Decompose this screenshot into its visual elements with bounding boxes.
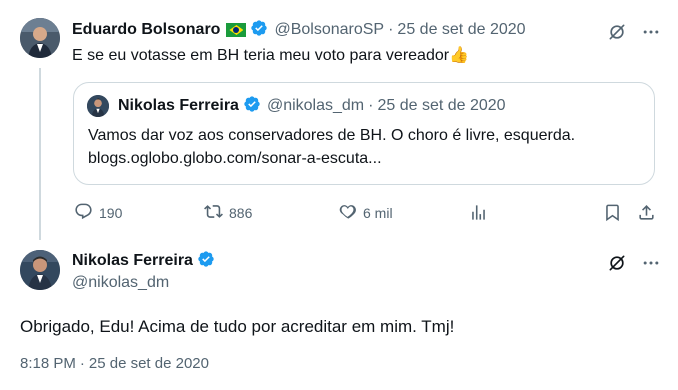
reply-icon: [74, 202, 93, 224]
quote-link[interactable]: blogs.oglobo.globo.com/sonar-a-escuta...: [88, 148, 382, 170]
verified-badge-icon: [197, 250, 215, 273]
author-handle[interactable]: @BolsonaroSP: [274, 21, 384, 39]
retweet-action[interactable]: 886: [204, 202, 252, 224]
reply-header: Nikolas Ferreira: [72, 250, 215, 272]
avatar-nikolas[interactable]: [20, 250, 60, 290]
quote-text-line1: Vamos dar voz aos conservadores de BH. O…: [88, 127, 576, 144]
quote-author-handle: @nikolas_dm: [266, 97, 365, 114]
quote-date: 25 de set de 2020: [377, 97, 506, 114]
reply-author-name[interactable]: Nikolas Ferreira: [72, 252, 193, 270]
reply-action[interactable]: 190: [74, 202, 122, 224]
dot-separator: ·: [368, 97, 374, 114]
bookmark-icon[interactable]: [602, 202, 622, 222]
retweet-icon: [204, 202, 223, 224]
quote-header: Nikolas Ferreira @nikolas_dm · 25 de set…: [118, 95, 506, 117]
more-options-icon[interactable]: [640, 21, 662, 43]
reply-timestamp[interactable]: 8:18 PM · 25 de set de 2020: [20, 355, 209, 372]
thread-line: [39, 68, 41, 240]
quote-author-name: Nikolas Ferreira: [118, 97, 239, 114]
author-name[interactable]: Eduardo Bolsonaro: [72, 21, 220, 39]
quoted-tweet-card[interactable]: Nikolas Ferreira @nikolas_dm · 25 de set…: [73, 82, 655, 185]
grok-icon[interactable]: [606, 252, 628, 274]
reply-author-handle[interactable]: @nikolas_dm: [72, 274, 169, 292]
share-icon[interactable]: [636, 202, 656, 222]
more-options-icon[interactable]: [640, 252, 662, 274]
verified-badge-icon: [250, 19, 268, 42]
reply-date: 25 de set de 2020: [88, 355, 209, 372]
thumbs-up-emoji: 👍: [449, 47, 469, 64]
brazil-flag-icon: [226, 23, 247, 37]
tweet-text-body: E se eu votasse em BH teria meu voto par…: [72, 47, 450, 64]
avatar-eduardo[interactable]: [20, 18, 60, 58]
tweet-header: Eduardo Bolsonaro @BolsonaroSP · 25 de s…: [72, 19, 526, 41]
avatar-nikolas-small: [87, 95, 109, 117]
reply-text: Obrigado, Edu! Acima de tudo por acredit…: [20, 317, 455, 336]
tweet-text: E se eu votasse em BH teria meu voto par…: [72, 45, 469, 67]
retweet-count: 886: [229, 205, 253, 221]
like-action[interactable]: 6 mil: [338, 202, 393, 224]
heart-icon: [338, 202, 357, 224]
dot-separator: ·: [79, 355, 85, 372]
tweet-date[interactable]: 25 de set de 2020: [397, 21, 525, 39]
reply-time: 8:18 PM: [20, 355, 76, 372]
verified-badge-icon: [243, 95, 261, 118]
dot-separator: ·: [388, 21, 394, 38]
views-icon[interactable]: [468, 202, 488, 222]
reply-count: 190: [99, 205, 123, 221]
grok-icon[interactable]: [606, 21, 628, 43]
like-count: 6 mil: [363, 205, 393, 221]
